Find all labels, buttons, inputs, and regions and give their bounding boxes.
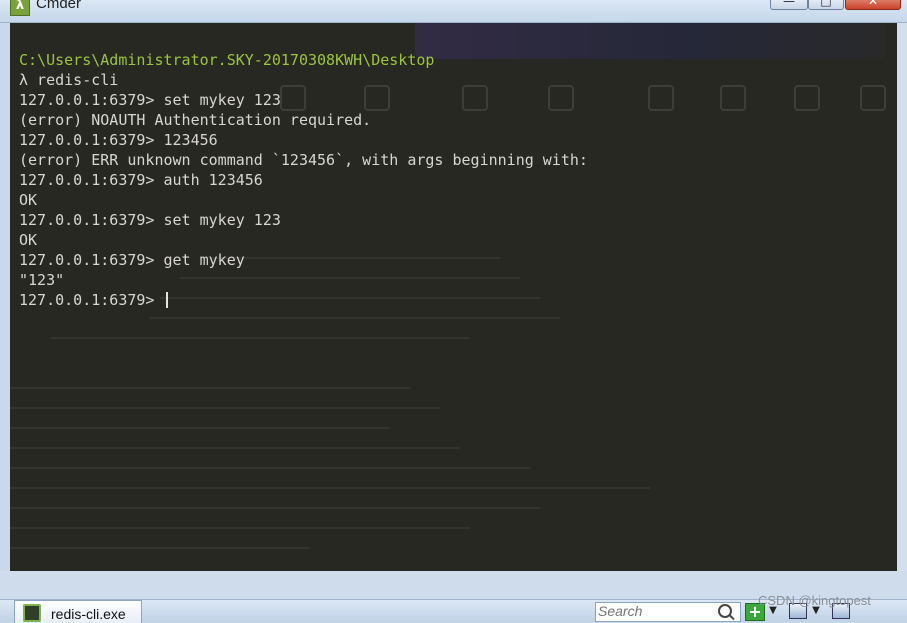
window-right-edge bbox=[897, 23, 907, 571]
search-icon[interactable] bbox=[718, 604, 732, 618]
terminal-line: OK bbox=[19, 190, 588, 210]
terminal-line-text: λ redis-cli bbox=[19, 71, 119, 89]
terminal-line-text: (error) NOAUTH Authentication required. bbox=[19, 111, 372, 129]
terminal-line: "123" bbox=[19, 270, 588, 290]
console-tab-icon bbox=[23, 604, 41, 622]
terminal-line-text: OK bbox=[19, 231, 38, 249]
terminal-line: OK bbox=[19, 230, 588, 250]
terminal-line: 127.0.0.1:6379> set mykey 123 bbox=[19, 210, 588, 230]
text-cursor bbox=[165, 292, 168, 308]
terminal-line-text: 127.0.0.1:6379> auth 123456 bbox=[19, 171, 263, 189]
terminal-line-text: "123" bbox=[19, 271, 65, 289]
terminal-line-text: 127.0.0.1:6379> set mykey 123 bbox=[19, 211, 281, 229]
terminal-line: 127.0.0.1:6379> auth 123456 bbox=[19, 170, 588, 190]
csdn-watermark: CSDN @kingtopest bbox=[758, 593, 871, 608]
console-tab[interactable]: redis-cli.exe bbox=[14, 600, 142, 623]
terminal-line-text: 127.0.0.1:6379> bbox=[19, 291, 164, 309]
terminal-line-text: C:\Users\Administrator.SKY-20170308KWH\D… bbox=[19, 51, 435, 69]
terminal-line-text: OK bbox=[19, 191, 38, 209]
terminal-line: 127.0.0.1:6379> set mykey 123 bbox=[19, 90, 588, 110]
terminal-line: C:\Users\Administrator.SKY-20170308KWH\D… bbox=[19, 50, 588, 70]
maximize-button[interactable]: □ bbox=[808, 0, 844, 10]
console-tab-label: redis-cli.exe bbox=[51, 606, 126, 622]
terminal-output: C:\Users\Administrator.SKY-20170308KWH\D… bbox=[19, 50, 588, 310]
close-button[interactable]: ✕ bbox=[845, 0, 901, 10]
terminal-line: (error) NOAUTH Authentication required. bbox=[19, 110, 588, 130]
terminal-line-text: (error) ERR unknown command `123456`, wi… bbox=[19, 151, 588, 169]
terminal-line: (error) ERR unknown command `123456`, wi… bbox=[19, 150, 588, 170]
window-title: Cmder bbox=[36, 0, 82, 12]
terminal-line-text: 127.0.0.1:6379> get mykey bbox=[19, 251, 245, 269]
terminal-line-text: 127.0.0.1:6379> 123456 bbox=[19, 131, 218, 149]
terminal-console[interactable]: C:\Users\Administrator.SKY-20170308KWH\D… bbox=[10, 23, 907, 571]
terminal-line: λ redis-cli bbox=[19, 70, 588, 90]
terminal-line: 127.0.0.1:6379> get mykey bbox=[19, 250, 588, 270]
cmder-app-icon[interactable]: λ bbox=[10, 0, 30, 16]
terminal-line-text: 127.0.0.1:6379> set mykey 123 bbox=[19, 91, 281, 109]
terminal-line: 127.0.0.1:6379> 123456 bbox=[19, 130, 588, 150]
terminal-line: 127.0.0.1:6379> bbox=[19, 290, 588, 310]
search-box[interactable] bbox=[595, 602, 741, 622]
title-bar: λ Cmder — □ ✕ bbox=[0, 0, 907, 23]
minimize-button[interactable]: — bbox=[770, 0, 808, 10]
search-input[interactable] bbox=[598, 603, 713, 619]
